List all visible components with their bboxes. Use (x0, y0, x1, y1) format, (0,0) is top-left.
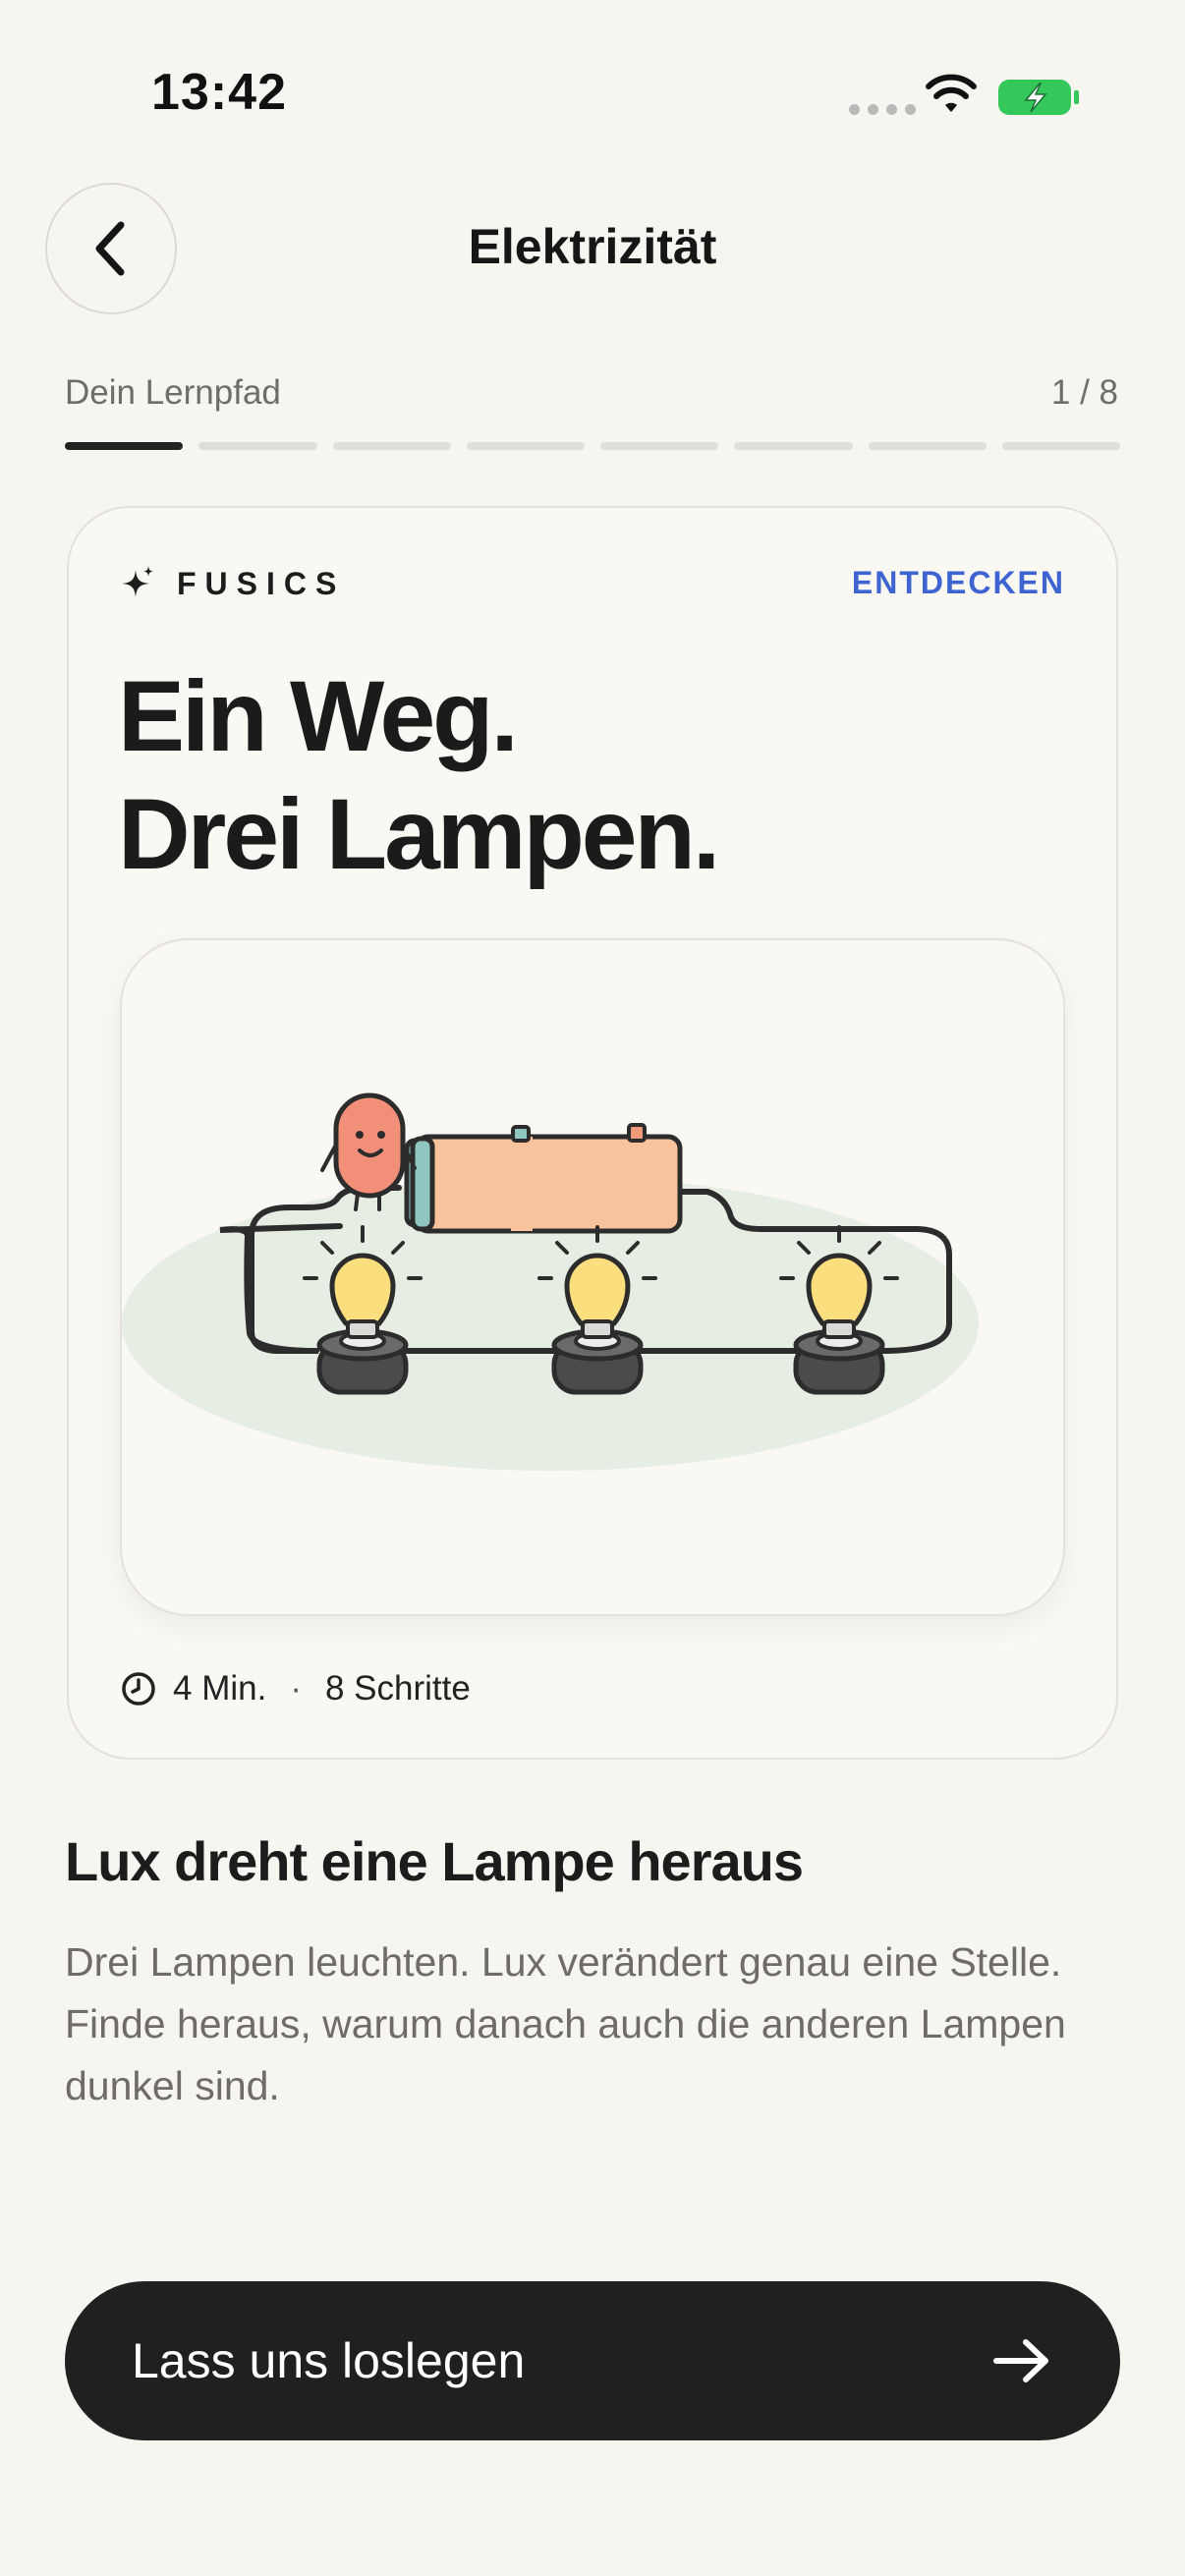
sparkle-icon (122, 566, 153, 597)
progress-segment-5 (600, 442, 719, 450)
progress-bar (65, 442, 1120, 450)
lesson-heading: Lux dreht eine Lampe heraus (65, 1830, 804, 1892)
brand-label: FUSICS (177, 565, 346, 601)
lesson-meta: 4 Min. · 8 Schritte (120, 1669, 471, 1708)
steps-label: 8 Schritte (324, 1669, 471, 1708)
status-time: 13:42 (151, 64, 287, 121)
card-title: Ein Weg. Drei Lampen. (118, 657, 1002, 893)
progress-segment-3 (332, 442, 451, 450)
start-button[interactable]: Lass uns loslegen (65, 2281, 1120, 2440)
circuit-illustration-graphic (122, 1092, 979, 1471)
progress-segment-6 (734, 442, 853, 450)
progress-segment-1 (65, 442, 184, 450)
battery-charging-icon (998, 80, 1079, 115)
card-title-line-2: Drei Lampen. (118, 778, 720, 890)
step-counter: 1 / 8 (1050, 373, 1118, 412)
progress-segment-8 (1001, 442, 1120, 450)
lesson-description: Drei Lampen leuchten. Lux verändert gena… (65, 1939, 1066, 2108)
learning-path-label: Dein Lernpfad (65, 373, 281, 412)
signal-dots-icon (849, 104, 916, 115)
status-bar: 13:42 (0, 0, 1185, 187)
progress-segment-4 (466, 442, 585, 450)
wifi-icon (926, 74, 977, 112)
duration-label: 4 Min. (173, 1669, 267, 1708)
progress-segment-2 (198, 442, 317, 450)
progress-segment-7 (868, 442, 987, 450)
lesson-card[interactable]: FUSICS ENTDECKEN Ein Weg. Drei Lampen. 4… (67, 506, 1118, 1760)
arrow-right-icon (993, 2339, 1048, 2382)
clock-icon (122, 1672, 155, 1706)
circuit-illustration (120, 938, 1065, 1616)
meta-separator: · (290, 1669, 302, 1708)
brand: FUSICS (120, 564, 345, 603)
page-title: Elektrizität (468, 219, 717, 274)
discover-link[interactable]: ENTDECKEN (852, 565, 1065, 601)
start-button-label: Lass uns loslegen (132, 2333, 526, 2388)
card-title-line-1: Ein Weg. (118, 660, 519, 772)
